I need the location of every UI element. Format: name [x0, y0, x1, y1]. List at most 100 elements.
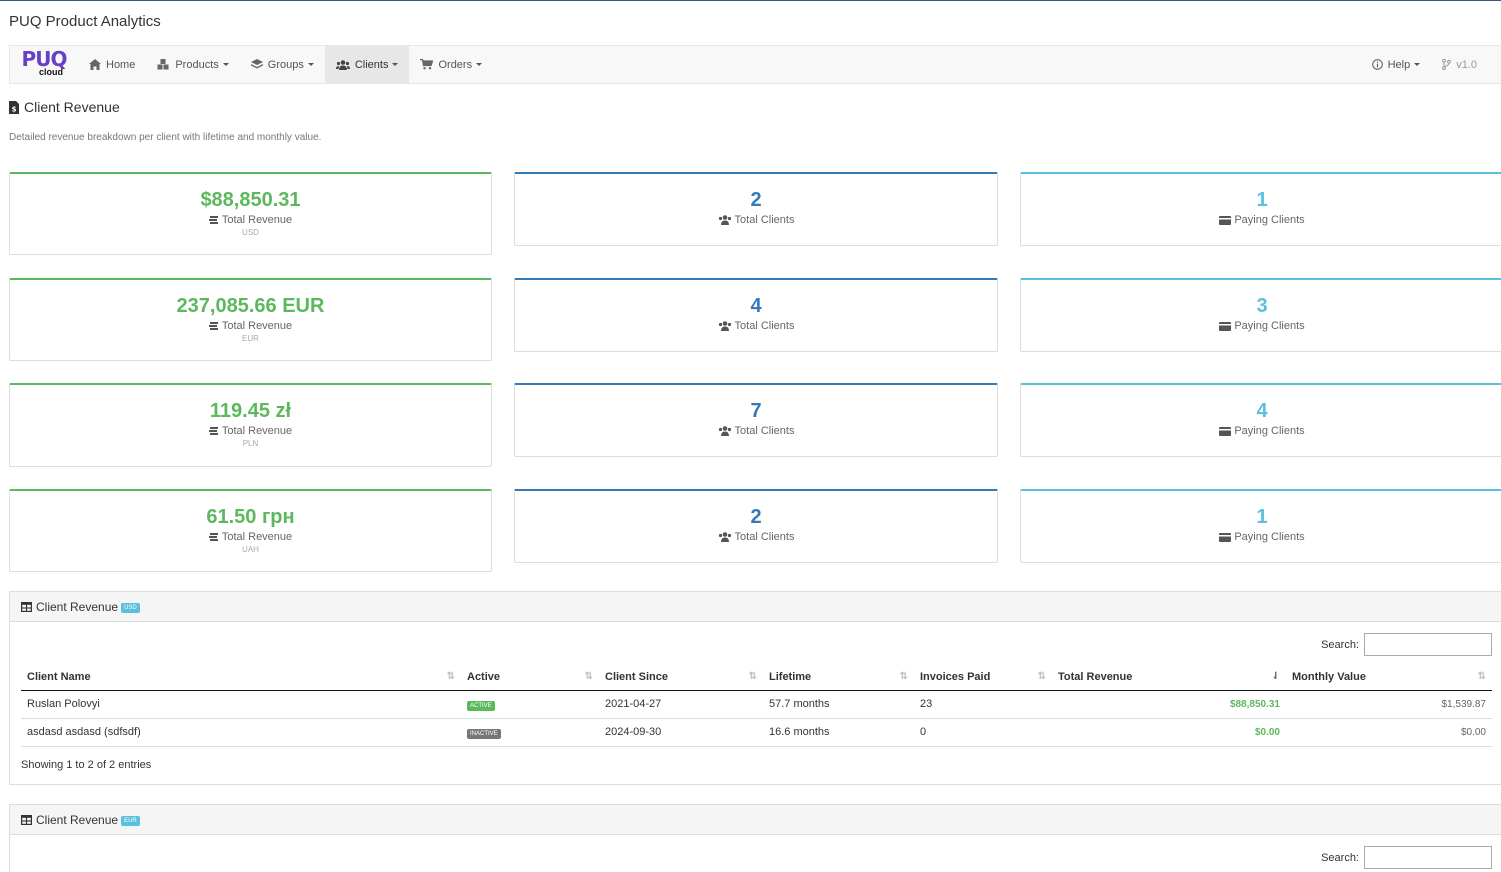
search-label: Search: [1321, 638, 1359, 651]
chevron-down-icon [1414, 63, 1421, 66]
column-label: Total Revenue [1058, 670, 1133, 683]
cell-monthly-value: $1,539.87 [1286, 690, 1492, 719]
home-icon [89, 59, 101, 70]
stat-revenue-value: 61.50 грн [206, 506, 295, 528]
cell-client-name: asdasd asdasd (sdfsdf) [21, 718, 461, 747]
cell-monthly-value: $0.00 [1286, 718, 1492, 747]
cell-invoices-paid: 23 [914, 690, 1052, 719]
users-icon [718, 321, 731, 331]
chevron-down-icon [222, 63, 229, 66]
brand-sub: cloud [39, 66, 63, 77]
chevron-down-icon [476, 63, 483, 66]
cell-client-since: 2024-09-30 [599, 718, 763, 747]
nav-help-label: Help [1387, 58, 1411, 71]
stat-paying-clients-label-text: Paying Clients [1234, 214, 1305, 226]
stat-total-clients-label-text: Total Clients [734, 531, 795, 543]
nav-home[interactable]: Home [78, 46, 146, 83]
search-input[interactable] [1364, 846, 1492, 869]
stat-card-paying-clients-eur: 3 Paying Clients [1020, 278, 1501, 352]
stat-revenue-label: Total Revenue [10, 425, 491, 437]
panel-heading: Client Revenue EUR [10, 805, 1501, 835]
stat-card-revenue-pln: 119.45 zł Total Revenue PLN [9, 383, 492, 467]
search-label: Search: [1321, 851, 1359, 864]
nav-products[interactable]: Products [146, 46, 239, 83]
stat-paying-clients-value: 4 [1256, 400, 1268, 422]
sort-icon: ⇅ [446, 671, 455, 682]
stat-card-paying-clients-usd: 1 Paying Clients [1020, 172, 1501, 246]
stat-revenue-label-text: Total Revenue [221, 320, 293, 332]
cell-invoices-paid: 0 [914, 718, 1052, 747]
stat-revenue-label: Total Revenue [10, 531, 491, 543]
panel-title: Client Revenue [36, 599, 119, 614]
stat-revenue-label-text: Total Revenue [221, 425, 293, 437]
nav-clients[interactable]: Clients [324, 46, 410, 83]
money-icon [208, 426, 218, 435]
cubes-icon [157, 59, 169, 70]
credit-card-icon [1219, 321, 1232, 331]
stat-total-clients-label: Total Clients [515, 531, 997, 543]
nav-help[interactable]: Help [1361, 46, 1432, 83]
stat-paying-clients-label: Paying Clients [1021, 425, 1501, 437]
stat-revenue-label: Total Revenue [10, 320, 491, 332]
navbar: PUQ cloud Home Products Groups Clients O… [9, 45, 1501, 84]
stat-paying-clients-value: 1 [1256, 189, 1268, 211]
branch-icon [1442, 59, 1452, 70]
search-row: Search: [1321, 633, 1492, 656]
credit-card-icon [1219, 426, 1232, 436]
nav-groups[interactable]: Groups [240, 46, 325, 83]
column-header-total-revenue[interactable]: Total Revenue ⇃ [1052, 664, 1286, 691]
chevron-down-icon [307, 63, 314, 66]
cell-lifetime: 16.6 months [763, 718, 914, 747]
stat-currency: EUR [242, 334, 259, 343]
stat-total-clients-label: Total Clients [515, 320, 997, 332]
stat-total-clients-value: 2 [750, 506, 762, 528]
column-header-invoices-paid[interactable]: Invoices Paid ⇅ [914, 664, 1052, 691]
nav-orders[interactable]: Orders [409, 46, 493, 83]
brand-main: PUQ [21, 46, 68, 71]
cell-active: INACTIVE [461, 718, 599, 747]
stat-revenue-value: 237,085.66 EUR [176, 295, 325, 317]
column-label: Monthly Value [1292, 670, 1366, 683]
nav-version-label: v1.0 [1456, 58, 1477, 71]
nav-orders-label: Orders [438, 58, 473, 71]
users-icon [718, 426, 731, 436]
stat-total-clients-label-text: Total Clients [734, 320, 795, 332]
stat-total-clients-label: Total Clients [515, 214, 997, 226]
column-label: Client Since [605, 670, 668, 683]
table-info: Showing 1 to 2 of 2 entries [21, 759, 152, 771]
stat-card-paying-clients-uah: 1 Paying Clients [1020, 489, 1501, 563]
column-header-monthly-value[interactable]: Monthly Value ⇅ [1286, 664, 1492, 691]
stat-paying-clients-label-text: Paying Clients [1234, 425, 1305, 437]
sort-icon: ⇅ [1037, 671, 1046, 682]
cart-icon [420, 59, 434, 70]
status-badge: INACTIVE [467, 728, 501, 739]
nav-groups-label: Groups [267, 58, 304, 71]
stat-paying-clients-label: Paying Clients [1021, 320, 1501, 332]
brand-logo[interactable]: PUQ cloud [10, 46, 78, 83]
stat-card-paying-clients-pln: 4 Paying Clients [1020, 383, 1501, 457]
stat-card-total-clients-uah: 2 Total Clients [514, 489, 998, 563]
column-header-active[interactable]: Active ⇅ [461, 664, 599, 691]
panel-title: Client Revenue [36, 812, 119, 827]
cell-lifetime: 57.7 months [763, 690, 914, 719]
table-row: Ruslan Polovyi ACTIVE 2021-04-27 57.7 mo… [21, 690, 1492, 719]
column-header-lifetime[interactable]: Lifetime ⇅ [763, 664, 914, 691]
stat-total-clients-value: 2 [750, 189, 762, 211]
client-revenue-table: Client Name ⇅ Active ⇅ Client Since ⇅ Lifet… [21, 664, 1492, 747]
stat-currency: UAH [242, 545, 259, 554]
panel-heading: Client Revenue USD [10, 592, 1501, 622]
column-header-client-name[interactable]: Client Name ⇅ [21, 664, 461, 691]
credit-card-icon [1219, 532, 1232, 542]
table-icon [21, 814, 32, 825]
cell-total-revenue: $88,850.31 [1052, 690, 1286, 719]
layers-icon [250, 59, 263, 69]
column-label: Invoices Paid [920, 670, 991, 683]
stat-revenue-label-text: Total Revenue [221, 214, 293, 226]
table-row: asdasd asdasd (sdfsdf) INACTIVE 2024-09-… [21, 718, 1492, 747]
svg-text:$: $ [12, 105, 17, 113]
column-header-client-since[interactable]: Client Since ⇅ [599, 664, 763, 691]
stat-card-total-clients-eur: 4 Total Clients [514, 278, 998, 352]
search-input[interactable] [1364, 633, 1492, 656]
stat-currency: PLN [242, 439, 259, 448]
credit-card-icon [1219, 215, 1232, 225]
